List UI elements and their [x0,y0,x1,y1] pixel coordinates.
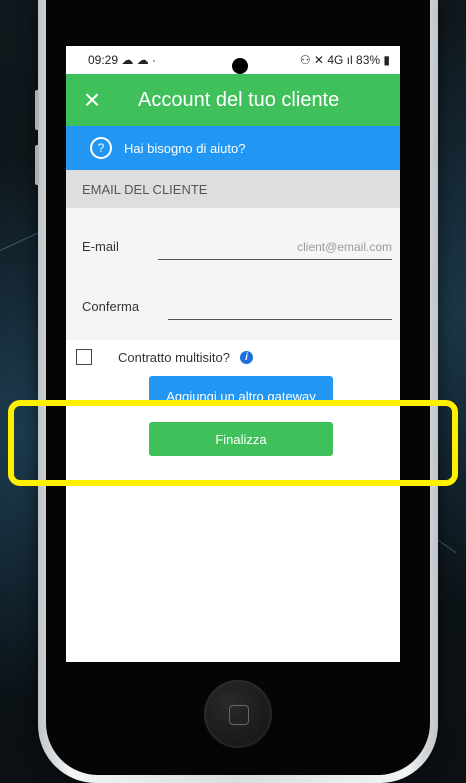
close-icon[interactable]: × [66,74,118,126]
confirm-email-field[interactable] [168,295,392,320]
front-camera [232,58,248,74]
status-left: 09:29 ☁ ☁ · [88,53,156,67]
confirm-label: Conferma [82,299,140,314]
app-bar: × Account del tuo cliente [66,74,400,126]
battery-level: 83% [356,53,381,67]
status-time: 09:29 [88,53,119,67]
page-title: Account del tuo cliente [138,88,340,111]
signal-icons: ⚇ ✕ 4G ıl [299,53,353,67]
multisite-row: Contratto multisito? i [66,340,400,374]
email-form: E-mail client@email.com Conferma [66,208,400,340]
home-square-icon [229,705,249,725]
battery-icon: ▮ [383,53,390,67]
phone-screen: 09:29 ☁ ☁ · ⚇ ✕ 4G ıl 83% ▮ × Account de… [66,46,400,662]
help-text: Hai bisogno di aiuto? [124,140,246,156]
status-right: ⚇ ✕ 4G ıl 83% ▮ [300,53,390,67]
highlight-box [8,400,458,486]
volume-button [35,90,39,130]
help-banner[interactable]: ? Hai bisogno di aiuto? [66,126,400,170]
multisite-label: Contratto multisito? [118,349,230,365]
confirm-row: Conferma [82,290,392,320]
home-button[interactable] [204,680,272,748]
help-icon: ? [90,137,112,159]
section-header: EMAIL DEL CLIENTE [66,170,400,208]
email-row: E-mail client@email.com [82,230,392,260]
info-icon[interactable]: i [240,350,253,364]
multisite-checkbox[interactable] [76,349,92,365]
email-label: E-mail [82,239,119,254]
volume-button [35,145,39,185]
email-field[interactable]: client@email.com [158,235,392,260]
notification-icons: ☁ ☁ · [121,53,157,67]
